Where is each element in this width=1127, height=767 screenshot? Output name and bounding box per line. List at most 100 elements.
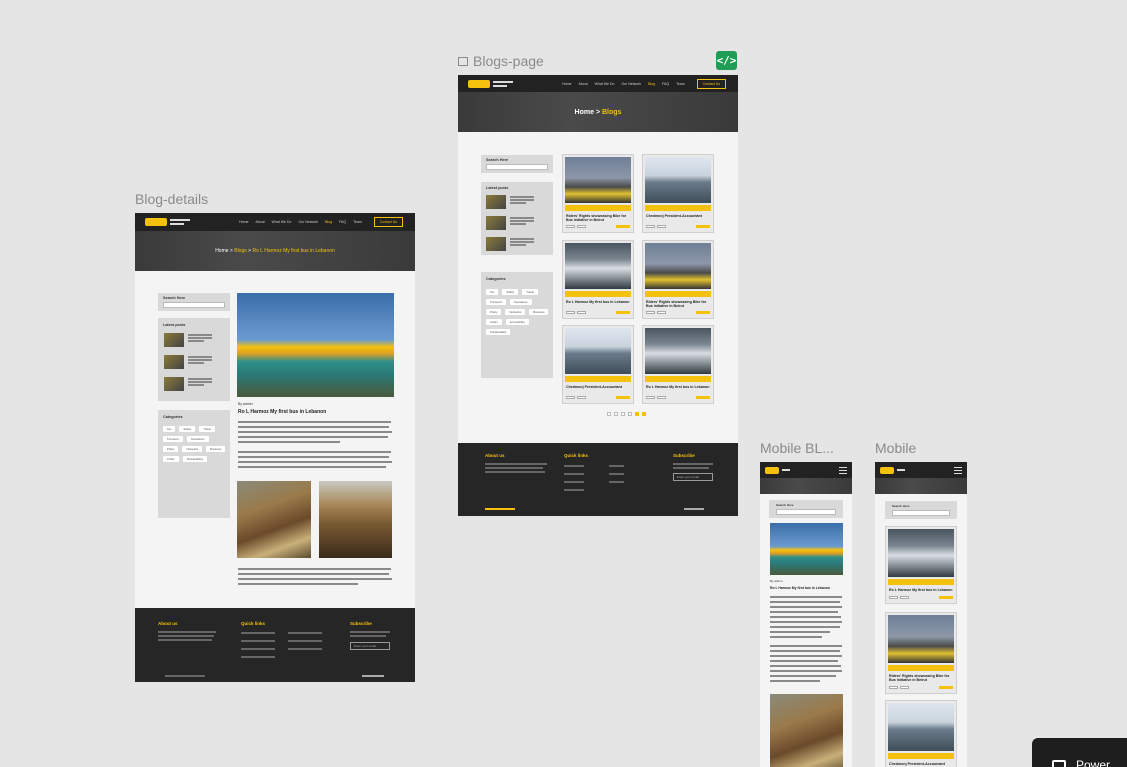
page-button[interactable]	[628, 412, 632, 416]
blog-card[interactable]: Chedmonj President-Accountant	[642, 154, 714, 233]
read-more-button[interactable]	[696, 395, 710, 399]
category-chip[interactable]: Travel	[199, 426, 215, 432]
nav-link-faq[interactable]: FAQ	[662, 82, 669, 86]
mobile-frame[interactable]: Search Here Ro L Harmoz My first bus in …	[875, 462, 967, 767]
blog-card[interactable]: Chedmonj President-Accountant	[562, 325, 634, 404]
nav-link-what-we-do[interactable]: What We Do	[272, 220, 292, 224]
blog-card-title[interactable]: Riders' Rights showcasing Bike for Bus i…	[889, 674, 953, 682]
blog-card[interactable]: Ro L Harmoz My first bus in Lebanon	[562, 240, 634, 319]
category-chip[interactable]: Safety	[179, 426, 196, 432]
contact-button[interactable]: Contact Us	[373, 217, 403, 227]
search-input[interactable]	[892, 510, 950, 516]
category-chip[interactable]: Sustainability	[486, 329, 511, 335]
power-button[interactable]: Power	[1032, 738, 1127, 767]
next-page-button[interactable]	[642, 412, 646, 416]
hamburger-menu-icon[interactable]	[954, 467, 962, 474]
blog-card-title[interactable]: Ro L Harmoz My first bus in Lebanon	[566, 300, 630, 304]
latest-post-item[interactable]	[164, 377, 212, 391]
blog-card[interactable]: Ro L Harmoz My first bus in Lebanon	[642, 325, 714, 404]
latest-post-item[interactable]	[486, 237, 534, 251]
blogs-page-frame[interactable]: Home About What We Do Our Network Blog F…	[458, 75, 738, 516]
blog-card[interactable]: Riders' Rights showcasing Bike for Bus i…	[885, 612, 957, 694]
category-chip[interactable]: Policy	[163, 446, 179, 452]
nav-link-home[interactable]: Home	[239, 220, 248, 224]
breadcrumb-home[interactable]: Home	[575, 109, 594, 116]
nav-link-faq[interactable]: FAQ	[339, 220, 346, 224]
page-button[interactable]	[621, 412, 625, 416]
read-more-button[interactable]	[939, 595, 953, 599]
category-chip[interactable]: Networks	[505, 309, 526, 315]
blog-card-title[interactable]: Chedmonj President-Accountant	[889, 762, 953, 766]
category-chip[interactable]: Business	[529, 309, 549, 315]
category-chip[interactable]: Travel	[522, 289, 538, 295]
nav-link-home[interactable]: Home	[562, 82, 571, 86]
blog-card-title[interactable]: Ro L Harmoz My first bus in Lebanon	[889, 588, 953, 592]
nav-link-about[interactable]: About	[256, 220, 265, 224]
mobile-blog-frame[interactable]: Search Here By admin Ro L Harmoz My firs…	[760, 462, 852, 767]
nav-link-about[interactable]: About	[579, 82, 588, 86]
frame-label-mobile-blog[interactable]: Mobile BL...	[760, 440, 834, 456]
breadcrumb-home[interactable]: Home	[215, 248, 228, 254]
blog-card[interactable]: Riders' Rights showcasing Bike for Bus i…	[562, 154, 634, 233]
blog-card-title[interactable]: Riders' Rights showcasing Bike for Bus i…	[646, 300, 710, 308]
category-chip[interactable]: Accessibility	[505, 319, 529, 325]
category-chip[interactable]: Business	[206, 446, 226, 452]
category-chip[interactable]: Safety	[502, 289, 519, 295]
category-chip[interactable]: Sustainability	[182, 456, 208, 462]
read-more-button[interactable]	[939, 685, 953, 689]
read-more-button[interactable]	[616, 224, 630, 228]
blog-card-title[interactable]: Chedmonj President-Accountant	[646, 214, 710, 218]
nav-link-network[interactable]: Our Network	[621, 82, 641, 86]
page-button[interactable]	[607, 412, 611, 416]
category-chip[interactable]: Urban	[486, 319, 502, 325]
contact-button[interactable]: Contact Us	[696, 78, 726, 89]
read-more-button[interactable]	[616, 310, 630, 314]
category-chip[interactable]: Operations	[509, 299, 532, 305]
category-chip[interactable]: Tax	[486, 289, 499, 295]
read-more-button[interactable]	[696, 224, 710, 228]
nav-link-network[interactable]: Our Network	[298, 220, 318, 224]
nav-link-blog[interactable]: Blog	[648, 82, 655, 86]
email-input[interactable]: Enter your email	[350, 642, 390, 650]
category-chip[interactable]: Urban	[163, 456, 179, 462]
read-more-button[interactable]	[616, 395, 630, 399]
nav-link-what-we-do[interactable]: What We Do	[595, 82, 615, 86]
read-more-button[interactable]	[696, 310, 710, 314]
footer-about-heading: About us	[485, 453, 505, 458]
email-input[interactable]: Enter your email	[673, 473, 713, 481]
frame-label-blog-details[interactable]: Blog-details	[135, 191, 208, 207]
blog-card-image	[565, 157, 631, 203]
latest-post-item[interactable]	[164, 355, 212, 369]
category-chip[interactable]: Policy	[486, 309, 502, 315]
category-chip[interactable]: Transport	[163, 436, 183, 442]
category-chip[interactable]: Tax	[163, 426, 176, 432]
nav-link-blog[interactable]: Blog	[325, 220, 332, 224]
hamburger-menu-icon[interactable]	[839, 467, 847, 474]
blog-card[interactable]: Chedmonj President-Accountant	[885, 700, 957, 767]
frame-label-mobile[interactable]: Mobile	[875, 440, 916, 456]
blog-card-title[interactable]: Chedmonj President-Accountant	[566, 385, 630, 389]
search-input[interactable]	[163, 302, 225, 308]
code-view-button[interactable]: </>	[716, 51, 737, 70]
latest-post-item[interactable]	[486, 195, 534, 209]
blog-card[interactable]: Riders' Rights showcasing Bike for Bus i…	[642, 240, 714, 319]
blog-card-title[interactable]: Riders' Rights showcasing Bike for Bus i…	[566, 214, 630, 222]
social-icons[interactable]	[362, 675, 384, 677]
category-chip[interactable]: Operations	[186, 436, 209, 442]
page-button-active[interactable]	[635, 412, 639, 416]
search-input[interactable]	[486, 164, 548, 170]
nav-link-team[interactable]: Team	[353, 220, 362, 224]
nav-link-team[interactable]: Team	[676, 82, 685, 86]
blog-details-frame[interactable]: Home About What We Do Our Network Blog F…	[135, 213, 415, 682]
latest-post-item[interactable]	[486, 216, 534, 230]
blog-card-title[interactable]: Ro L Harmoz My first bus in Lebanon	[646, 385, 710, 389]
frame-label-blogs-page[interactable]: Blogs-page	[458, 53, 544, 69]
category-chip[interactable]: Networks	[182, 446, 203, 452]
blog-card[interactable]: Ro L Harmoz My first bus in Lebanon	[885, 526, 957, 604]
breadcrumb-blogs[interactable]: Blogs	[234, 248, 247, 254]
category-chip[interactable]: Transport	[486, 299, 506, 305]
search-input[interactable]	[776, 509, 836, 515]
social-icons[interactable]	[684, 508, 704, 510]
page-button[interactable]	[614, 412, 618, 416]
latest-post-item[interactable]	[164, 333, 212, 347]
